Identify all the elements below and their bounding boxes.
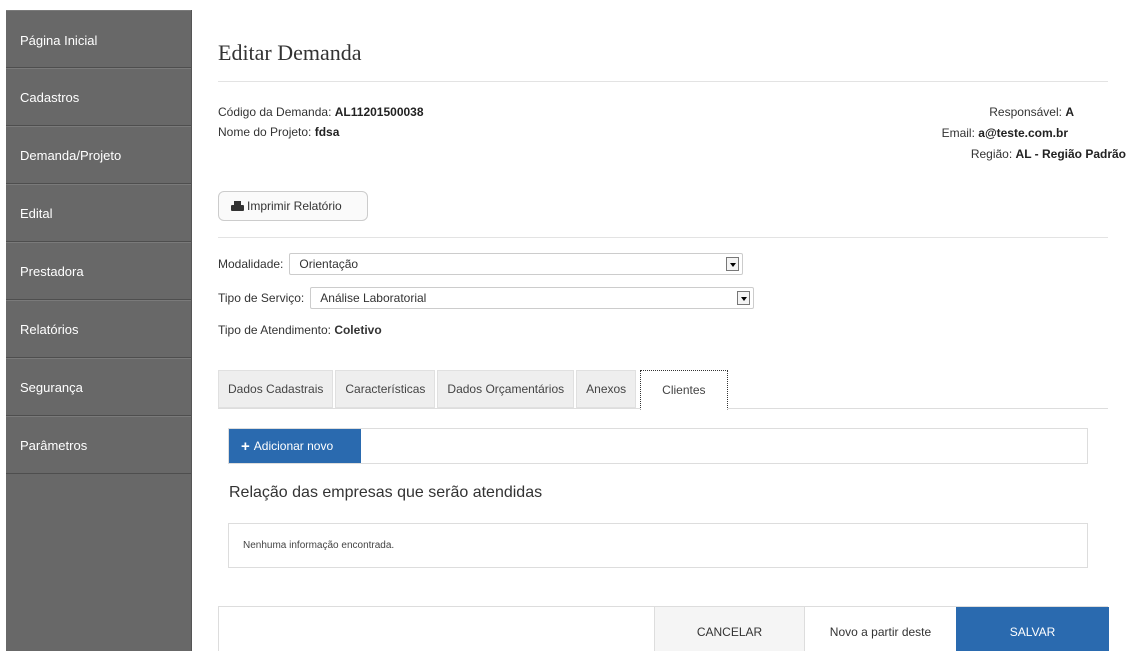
modalidade-select[interactable]: Orientação: [289, 253, 744, 275]
sidebar-item-label: Relatórios: [20, 322, 79, 337]
chevron-down-icon[interactable]: [726, 257, 740, 271]
sidebar-item-label: Prestadora: [20, 264, 84, 279]
plus-icon: +: [241, 437, 250, 455]
sidebar-item-demanda-projeto[interactable]: Demanda/Projeto: [6, 126, 191, 184]
tab-caracteristicas[interactable]: Características: [335, 370, 436, 408]
new-from-this-button[interactable]: Novo a partir deste: [804, 607, 956, 651]
empty-message: Nenhuma informação encontrada.: [243, 540, 395, 551]
sidebar-item-pagina-inicial[interactable]: Página Inicial: [6, 10, 191, 68]
empty-state: Nenhuma informação encontrada.: [228, 523, 1088, 568]
email-row: Email: a@teste.com.br: [942, 123, 1126, 144]
clientes-toolbar: + Adicionar novo: [228, 428, 1088, 464]
tipo-servico-select[interactable]: Análise Laboratorial: [310, 287, 755, 309]
sidebar-item-label: Cadastros: [20, 90, 80, 105]
codigo-row: Código da Demanda: AL11201500038: [218, 102, 424, 122]
codigo-value: AL11201500038: [334, 105, 424, 119]
sidebar-item-prestadora[interactable]: Prestadora: [6, 242, 191, 300]
print-report-label: Imprimir Relatório: [247, 199, 342, 213]
page-title: Editar Demanda: [218, 40, 362, 65]
sidebar-item-label: Parâmetros: [20, 438, 88, 453]
sidebar-item-relatorios[interactable]: Relatórios: [6, 300, 191, 358]
sidebar-item-cadastros[interactable]: Cadastros: [6, 68, 191, 126]
tab-dados-orcamentarios[interactable]: Dados Orçamentários: [437, 370, 575, 408]
tipo-atendimento-row: Tipo de Atendimento: Coletivo: [218, 323, 382, 337]
tab-anexos[interactable]: Anexos: [576, 370, 637, 408]
email-label: Email:: [941, 126, 975, 140]
modalidade-value: Orientação: [299, 257, 359, 271]
sidebar-item-seguranca[interactable]: Segurança: [6, 358, 191, 416]
sidebar-item-label: Edital: [20, 206, 53, 221]
tipo-servico-row: Tipo de Serviço: Análise Laboratorial: [218, 287, 755, 309]
tab-bar: Dados Cadastrais Características Dados O…: [218, 370, 1108, 410]
sidebar-item-parametros[interactable]: Parâmetros: [6, 416, 191, 474]
tipo-atendimento-value: Coletivo: [334, 323, 382, 337]
email-value: a@teste.com.br: [978, 126, 1068, 140]
regiao-row: Região: AL - Região Padrão: [942, 144, 1126, 165]
projeto-value: fdsa: [314, 125, 340, 139]
save-button[interactable]: SALVAR: [956, 607, 1109, 651]
responsavel-value: A: [1065, 105, 1074, 119]
top-bar: [0, 0, 1126, 10]
owner-info: Responsável: A Email: a@teste.com.br Reg…: [942, 102, 1126, 165]
tab-dados-cadastrais[interactable]: Dados Cadastrais: [218, 370, 334, 408]
projeto-row: Nome do Projeto: fdsa: [218, 122, 424, 142]
divider: [218, 237, 1108, 238]
sidebar-item-label: Demanda/Projeto: [20, 148, 122, 163]
tipo-atendimento-label: Tipo de Atendimento:: [218, 323, 331, 337]
modalidade-row: Modalidade: Orientação: [218, 253, 744, 275]
regiao-label: Região:: [970, 147, 1013, 161]
tipo-servico-label: Tipo de Serviço:: [218, 291, 305, 305]
printer-icon: [231, 200, 244, 212]
regiao-value: AL - Região Padrão: [1015, 147, 1126, 161]
add-new-button[interactable]: + Adicionar novo: [229, 429, 361, 463]
projeto-label: Nome do Projeto:: [218, 125, 312, 139]
add-new-label: Adicionar novo: [253, 439, 334, 453]
divider: [218, 81, 1108, 82]
sidebar-item-label: Página Inicial: [20, 33, 98, 48]
responsavel-label: Responsável:: [989, 105, 1062, 119]
sidebar-item-edital[interactable]: Edital: [6, 184, 191, 242]
modalidade-label: Modalidade:: [218, 257, 284, 271]
footer-actions: CANCELAR Novo a partir deste SALVAR: [218, 606, 1109, 651]
demand-info: Código da Demanda: AL11201500038 Nome do…: [218, 102, 424, 142]
chevron-down-icon[interactable]: [737, 291, 751, 305]
sidebar: Página Inicial Cadastros Demanda/Projeto…: [6, 10, 192, 651]
print-report-button[interactable]: Imprimir Relatório: [218, 191, 368, 221]
responsavel-row: Responsável: A: [942, 102, 1126, 123]
cancel-button[interactable]: CANCELAR: [654, 607, 804, 651]
sidebar-item-label: Segurança: [20, 380, 83, 395]
tab-clientes[interactable]: Clientes: [640, 370, 728, 410]
tipo-servico-value: Análise Laboratorial: [320, 291, 427, 305]
section-title: Relação das empresas que serão atendidas: [229, 484, 543, 501]
codigo-label: Código da Demanda:: [218, 105, 332, 119]
